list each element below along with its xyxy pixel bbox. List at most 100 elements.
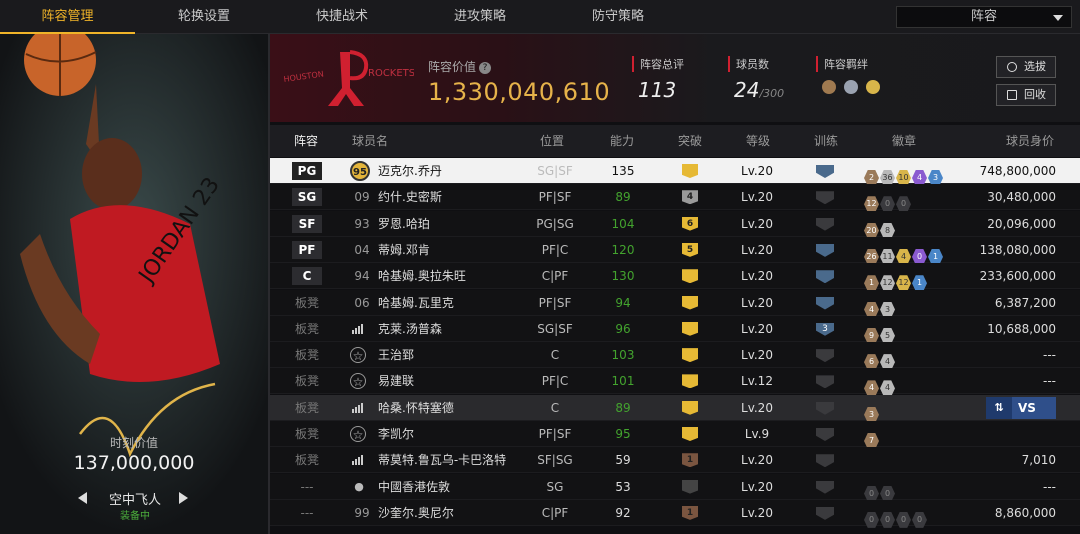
training-icon[interactable] bbox=[816, 243, 834, 257]
player-name[interactable]: 哈基姆.瓦里克 bbox=[378, 290, 528, 316]
player-name[interactable]: 王治郅 bbox=[378, 342, 528, 368]
table-row[interactable]: 板凳 ☆ 李凯尔 PF|SF 95 Lv.9 7 bbox=[270, 421, 1080, 449]
table-row[interactable]: 板凳 06 哈基姆.瓦里克 PF|SF 94 Lv.20 4 3 6,387,200 bbox=[270, 289, 1080, 318]
player-name[interactable]: 蒂莫特.鲁瓦乌-卡巴洛特 bbox=[378, 447, 528, 473]
table-row[interactable]: --- 99 沙奎尔.奥尼尔 C|PF 92 1 Lv.20 0 0 0 0 8,860,000 bbox=[270, 499, 1080, 528]
lineup-slot[interactable]: 板凳 bbox=[284, 368, 330, 394]
col-badges[interactable]: 徽章 bbox=[892, 125, 916, 157]
lineup-slot[interactable]: --- bbox=[284, 500, 330, 526]
bond-silver-icon[interactable] bbox=[844, 80, 858, 94]
breakthrough-icon[interactable]: 6 bbox=[682, 216, 698, 231]
training-icon[interactable] bbox=[816, 349, 834, 363]
recycle-button[interactable]: 回收 bbox=[996, 84, 1056, 106]
table-row[interactable]: --- ● 中國香港佐敦 SG 53 Lv.20 0 0 --- bbox=[270, 473, 1080, 502]
lineup-slot[interactable]: PG bbox=[292, 162, 322, 180]
training-icon[interactable] bbox=[816, 217, 834, 231]
table-row[interactable]: 板凳 ☆ 易建联 PF|C 101 Lv.12 4 4 --- bbox=[270, 368, 1080, 397]
training-icon[interactable] bbox=[816, 270, 834, 284]
training-icon[interactable] bbox=[816, 191, 834, 205]
lineup-slot[interactable]: --- bbox=[284, 474, 330, 500]
col-position[interactable]: 位置 bbox=[540, 125, 564, 157]
col-lineup[interactable]: 阵容 bbox=[294, 125, 318, 157]
breakthrough-icon[interactable] bbox=[682, 427, 698, 441]
col-level[interactable]: 等级 bbox=[746, 125, 770, 157]
table-row[interactable]: PG 95 迈克尔.乔丹 SG|SF 135 Lv.20 2 36 10 4 3 748,800,00… bbox=[270, 158, 1080, 186]
breakthrough-icon[interactable]: 1 bbox=[682, 453, 698, 468]
breakthrough-icon[interactable] bbox=[682, 348, 698, 363]
badge-list[interactable]: 1 12 12 1 bbox=[864, 268, 954, 292]
player-name[interactable]: 易建联 bbox=[378, 368, 528, 394]
player-name[interactable]: 中國香港佐敦 bbox=[378, 474, 528, 500]
tab-offense[interactable]: 进攻策略 bbox=[411, 0, 549, 34]
table-row[interactable]: 板凳 蒂莫特.鲁瓦乌-卡巴洛特 SF|SG 59 1 Lv.20 7,010 bbox=[270, 447, 1080, 474]
training-icon[interactable] bbox=[816, 454, 834, 468]
badge-list[interactable]: 43 bbox=[864, 295, 954, 318]
tab-rotation[interactable]: 轮换设置 bbox=[135, 0, 273, 34]
badge-list[interactable]: 7 bbox=[864, 426, 954, 449]
tab-defense[interactable]: 防守策略 bbox=[549, 0, 687, 34]
badge-list[interactable] bbox=[864, 452, 954, 468]
col-value[interactable]: 球员身价 bbox=[1006, 125, 1054, 157]
lineup-slot[interactable]: 板凳 bbox=[284, 447, 330, 473]
swap-vs-button[interactable]: ⇅ VS bbox=[986, 396, 1056, 419]
player-name[interactable]: 迈克尔.乔丹 bbox=[378, 158, 528, 184]
lineup-slot[interactable]: 板凳 bbox=[284, 395, 330, 421]
training-icon[interactable] bbox=[816, 296, 834, 310]
col-ability[interactable]: 能力 bbox=[610, 125, 634, 157]
training-icon[interactable] bbox=[816, 428, 834, 441]
col-breakthrough[interactable]: 突破 bbox=[678, 125, 702, 157]
badge-list[interactable]: 12 0 0 bbox=[864, 189, 954, 213]
prev-skill-button[interactable] bbox=[78, 492, 87, 504]
table-row[interactable]: SF 93 罗恩.哈珀 PG|SG 104 6 Lv.20 20 8 20,096,000 bbox=[270, 210, 1080, 239]
training-icon[interactable] bbox=[816, 401, 834, 415]
table-row[interactable]: PF 04 蒂姆.邓肯 PF|C 120 5 Lv.20 26 11 4 0 1 138,080,000 bbox=[270, 236, 1080, 265]
player-name[interactable]: 克莱.汤普森 bbox=[378, 316, 528, 342]
player-name[interactable]: 沙奎尔.奥尼尔 bbox=[378, 500, 528, 526]
badge-list[interactable]: 3 bbox=[864, 400, 954, 423]
lineup-slot[interactable]: SF bbox=[292, 214, 322, 233]
breakthrough-icon[interactable] bbox=[682, 164, 698, 178]
training-icon[interactable] bbox=[816, 506, 834, 520]
player-name[interactable]: 李凯尔 bbox=[378, 421, 528, 447]
bond-bronze-icon[interactable] bbox=[822, 80, 836, 94]
training-icon[interactable] bbox=[816, 165, 834, 178]
breakthrough-icon[interactable] bbox=[682, 269, 698, 284]
badge-list[interactable]: 0000 bbox=[864, 505, 954, 528]
col-training[interactable]: 训练 bbox=[814, 125, 838, 157]
help-icon[interactable]: ? bbox=[479, 61, 492, 74]
select-button[interactable]: 选拔 bbox=[996, 56, 1056, 78]
breakthrough-icon[interactable] bbox=[682, 479, 698, 494]
table-row[interactable]: 板凳 哈桑.怀特塞德 C 89 Lv.20 3 ⇅ VS bbox=[270, 394, 1080, 423]
lineup-slot[interactable]: PF bbox=[292, 240, 322, 259]
lineup-slot[interactable]: 板凳 bbox=[284, 316, 330, 342]
breakthrough-icon[interactable] bbox=[682, 321, 698, 336]
badge-list[interactable]: 44 bbox=[864, 373, 954, 397]
table-row[interactable]: C 94 哈基姆.奥拉朱旺 C|PF 130 Lv.20 1 12 12 1 233,600,000 bbox=[270, 263, 1080, 292]
player-name[interactable]: 约什.史密斯 bbox=[378, 184, 528, 210]
player-name[interactable]: 蒂姆.邓肯 bbox=[378, 237, 528, 263]
lineup-slot[interactable]: C bbox=[292, 267, 322, 286]
badge-list[interactable]: 26 11 4 0 1 bbox=[864, 242, 954, 265]
player-name[interactable]: 哈桑.怀特塞德 bbox=[378, 395, 528, 421]
breakthrough-icon[interactable] bbox=[682, 295, 698, 310]
badge-list[interactable]: 64 bbox=[864, 347, 954, 371]
next-skill-button[interactable] bbox=[179, 492, 188, 504]
table-row[interactable]: SG 09 约什.史密斯 PF|SF 89 4 Lv.20 12 0 0 30,480,000 bbox=[270, 184, 1080, 213]
player-name[interactable]: 罗恩.哈珀 bbox=[378, 211, 528, 237]
badge-list[interactable]: 95 bbox=[864, 321, 954, 344]
breakthrough-icon[interactable] bbox=[682, 400, 698, 415]
breakthrough-icon[interactable] bbox=[682, 374, 698, 389]
breakthrough-icon[interactable]: 5 bbox=[682, 242, 698, 257]
lineup-slot[interactable]: 板凳 bbox=[284, 342, 330, 368]
tab-lineup-manage[interactable]: 阵容管理 bbox=[0, 0, 135, 34]
training-icon[interactable] bbox=[816, 480, 834, 494]
table-row[interactable]: 板凳 ☆ 王治郅 C 103 Lv.20 6 4 --- bbox=[270, 342, 1080, 371]
breakthrough-icon[interactable]: 1 bbox=[682, 505, 698, 520]
lineup-slot[interactable]: SG bbox=[292, 188, 322, 207]
badge-list[interactable]: 20 8 bbox=[864, 216, 954, 239]
lineup-dropdown[interactable]: 阵容 bbox=[896, 6, 1072, 28]
bond-gold-icon[interactable] bbox=[866, 80, 880, 94]
lineup-slot[interactable]: 板凳 bbox=[284, 421, 330, 447]
badge-list[interactable]: 00 bbox=[864, 479, 954, 502]
tab-quick-tactics[interactable]: 快捷战术 bbox=[273, 0, 411, 34]
